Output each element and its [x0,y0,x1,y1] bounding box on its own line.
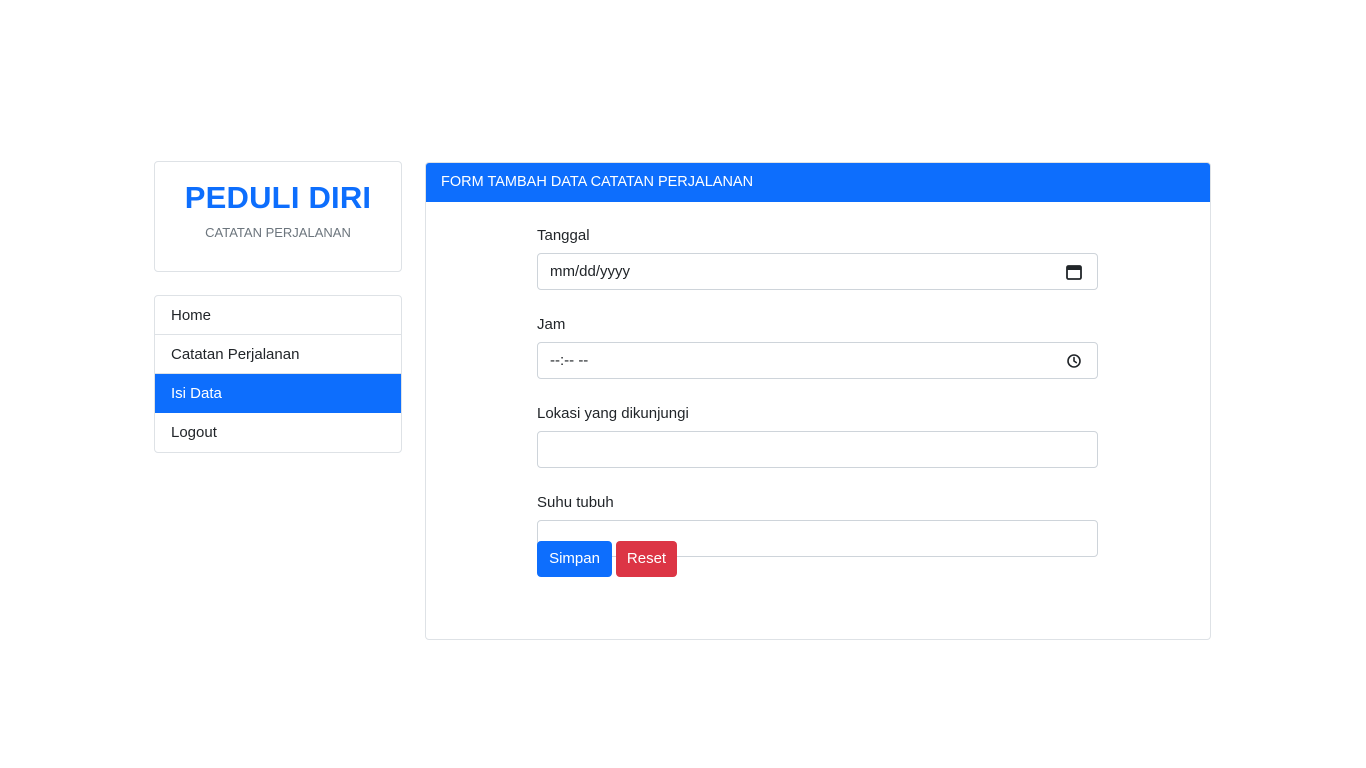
simpan-button[interactable]: Simpan [537,541,612,577]
brand-title: PEDULI DIRI [184,180,372,215]
nav-item-home[interactable]: Home [155,296,401,335]
brand-subtitle: CATATAN PERJALANAN [205,225,351,240]
tanggal-date-input[interactable]: mm/dd/yyyy [537,253,1098,290]
clock-icon[interactable] [1065,352,1083,370]
calendar-icon[interactable] [1065,263,1083,281]
nav-item-logout[interactable]: Logout [155,413,401,452]
sidebar-nav: Home Catatan Perjalanan Isi Data Logout [154,295,402,453]
jam-time-input[interactable]: --:-- -- [537,342,1098,379]
form-header: FORM TAMBAH DATA CATATAN PERJALANAN [426,163,1210,202]
nav-item-isi-data[interactable]: Isi Data [155,374,401,413]
lokasi-input[interactable] [537,431,1098,468]
reset-button[interactable]: Reset [616,541,677,577]
tanggal-value: mm/dd/yyyy [550,263,631,280]
nav-item-catatan-perjalanan[interactable]: Catatan Perjalanan [155,335,401,374]
jam-value: --:-- -- [550,352,589,369]
brand-card: PEDULI DIRI CATATAN PERJALANAN [154,161,402,272]
